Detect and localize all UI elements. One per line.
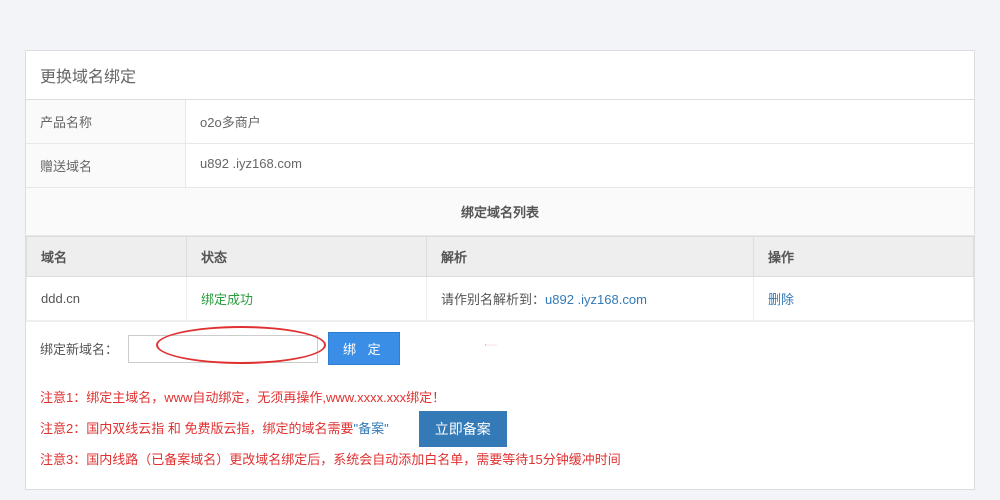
resolve-target-link[interactable]: u892 .iyz168.com <box>545 292 647 307</box>
product-label: 产品名称 <box>26 100 186 143</box>
notes-section: 注意1：绑定主域名，www自动绑定，无须再操作,www.xxxx.xxx绑定！ … <box>26 375 974 489</box>
bind-button[interactable]: 绑 定 <box>328 332 400 365</box>
cell-action: 删除 <box>754 277 974 321</box>
col-domain: 域名 <box>27 237 187 277</box>
cell-domain: ddd.cn <box>27 277 187 321</box>
note-3: 注意3：国内线路（已备案域名）更改域名绑定后，系统会自动添加白名单，需要等待15… <box>40 447 960 473</box>
gift-domain-label: 赠送域名 <box>26 144 186 187</box>
product-row: 产品名称 o2o多商户 <box>26 100 974 144</box>
col-status: 状态 <box>187 237 427 277</box>
domain-binding-panel: 更换域名绑定 产品名称 o2o多商户 赠送域名 u892 .iyz168.com… <box>25 50 975 490</box>
domain-table: 域名 状态 解析 操作 ddd.cn 绑定成功 请作别名解析到：u892 .iy… <box>26 236 974 321</box>
note-1: 注意1：绑定主域名，www自动绑定，无须再操作,www.xxxx.xxx绑定！ <box>40 385 960 411</box>
delete-link[interactable]: 删除 <box>768 292 794 307</box>
cell-status: 绑定成功 <box>187 277 427 321</box>
gift-domain-row: 赠送域名 u892 .iyz168.com <box>26 144 974 188</box>
domain-list-title: 绑定域名列表 <box>26 188 974 236</box>
resolve-prefix: 请作别名解析到： <box>441 292 545 307</box>
note-2-quote: "备案" <box>353 416 388 442</box>
record-button[interactable]: 立即备案 <box>419 411 507 447</box>
gift-domain-value: u892 .iyz168.com <box>186 144 974 187</box>
col-action: 操作 <box>754 237 974 277</box>
annotation-arrow-icon <box>426 344 556 346</box>
note-2: 注意2：国内双线云指 和 免费版云指，绑定的域名需要 "备案" 立即备案 <box>40 411 960 447</box>
product-value: o2o多商户 <box>186 100 974 143</box>
col-resolve: 解析 <box>427 237 754 277</box>
bind-new-row: 绑定新域名： 绑 定 <box>26 321 974 375</box>
panel-title: 更换域名绑定 <box>26 51 974 100</box>
note-2-text: 注意2：国内双线云指 和 免费版云指，绑定的域名需要 <box>40 416 353 442</box>
cell-resolve: 请作别名解析到：u892 .iyz168.com <box>427 277 754 321</box>
bind-new-label: 绑定新域名： <box>40 339 118 358</box>
new-domain-input[interactable] <box>128 335 318 363</box>
table-row: ddd.cn 绑定成功 请作别名解析到：u892 .iyz168.com 删除 <box>27 277 974 321</box>
